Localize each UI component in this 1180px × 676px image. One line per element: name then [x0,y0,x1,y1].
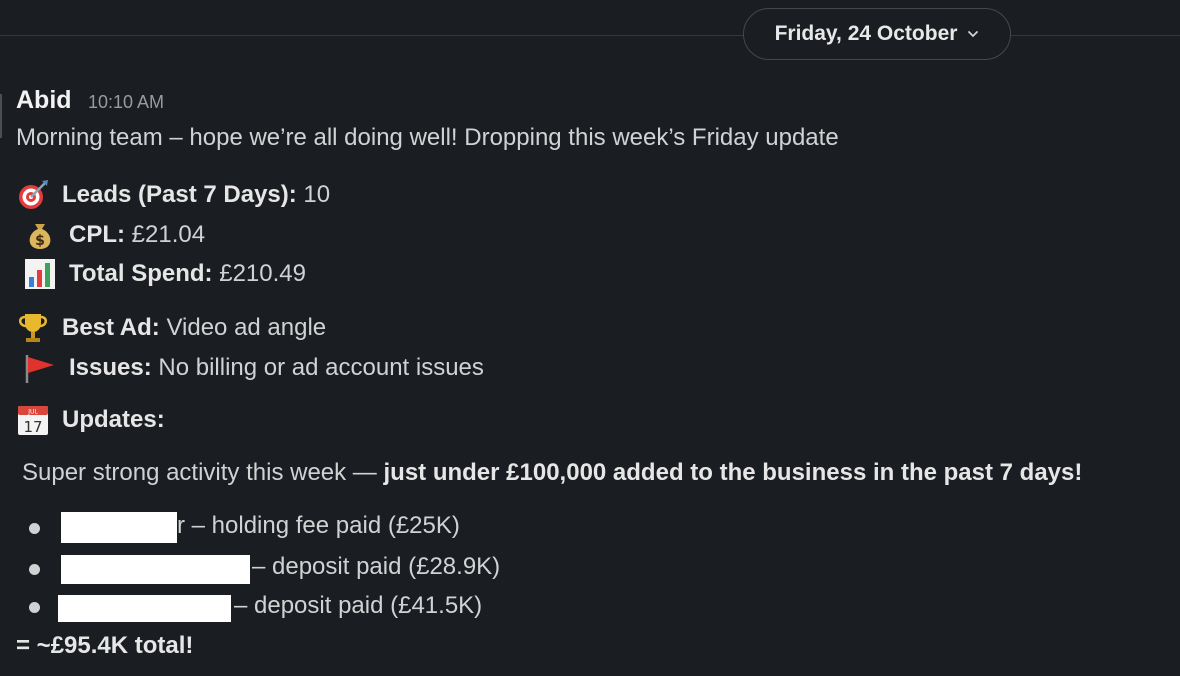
list-item: – deposit paid (£41.5K) [234,592,482,620]
stat-label: Best Ad: [62,314,160,341]
date-label: Friday, 24 October [774,22,958,45]
item-text: – deposit paid (£41.5K) [234,592,483,619]
stat-value: Video ad angle [159,314,327,341]
summary-prefix: Super strong activity this week — [22,459,384,486]
stat-issues: Issues: No billing or ad account issues [23,351,484,385]
redaction-box [61,555,250,584]
bullet-dot [29,564,40,575]
chevron-down-icon [968,31,979,38]
redaction-box [61,512,177,543]
svg-text:17: 17 [23,418,42,436]
item-trailing-char: r [177,512,185,539]
calendar-icon: JUL 17 [16,403,50,437]
intro-text: Morning team – hope we’re all doing well… [16,124,839,151]
message-author[interactable]: Abid [16,86,72,115]
bar-chart-icon [23,257,57,291]
stat-label: Issues: [69,354,152,381]
item-text: – holding fee paid (£25K) [185,512,460,539]
money-bag-icon: $ [23,218,57,252]
stat-label: Total Spend: [69,260,213,287]
summary-line: Super strong activity this week — just u… [22,459,1082,487]
total-text: = ~£95.4K total! [16,632,194,659]
list-item: – deposit paid (£28.9K) [252,553,500,581]
stat-value: No billing or ad account issues [151,354,484,381]
date-jump-button[interactable]: Friday, 24 October [743,8,1011,60]
stat-updates: JUL 17 Updates: [16,403,165,437]
list-item: r – holding fee paid (£25K) [177,512,460,540]
target-dart-icon [16,178,50,212]
redaction-box [58,595,231,622]
stat-label: Leads (Past 7 Days): [62,181,297,208]
stat-value: 10 [296,181,331,208]
trophy-icon [16,311,50,345]
svg-text:JUL: JUL [27,409,38,416]
stat-value: £210.49 [212,260,306,287]
bullet-dot [29,602,40,613]
stat-best-ad: Best Ad: Video ad angle [16,311,326,345]
svg-text:$: $ [35,233,45,249]
stat-label: Updates: [62,406,165,433]
stat-leads: Leads (Past 7 Days): 10 [16,178,330,212]
summary-highlight: just under £100,000 added to the busines… [383,459,1083,486]
message-intro: Morning team – hope we’re all doing well… [16,124,839,152]
stat-total-spend: Total Spend: £210.49 [23,257,306,291]
total-line: = ~£95.4K total! [16,632,193,660]
message-hover-accent [0,94,2,138]
stat-value: £21.04 [125,221,206,248]
item-text: – deposit paid (£28.9K) [252,553,501,580]
bullet-dot [29,523,40,534]
red-flag-icon [23,351,57,385]
stat-cpl: $ CPL: £21.04 [23,218,205,252]
stat-label: CPL: [69,221,125,248]
message-timestamp[interactable]: 10:10 AM [88,92,164,113]
